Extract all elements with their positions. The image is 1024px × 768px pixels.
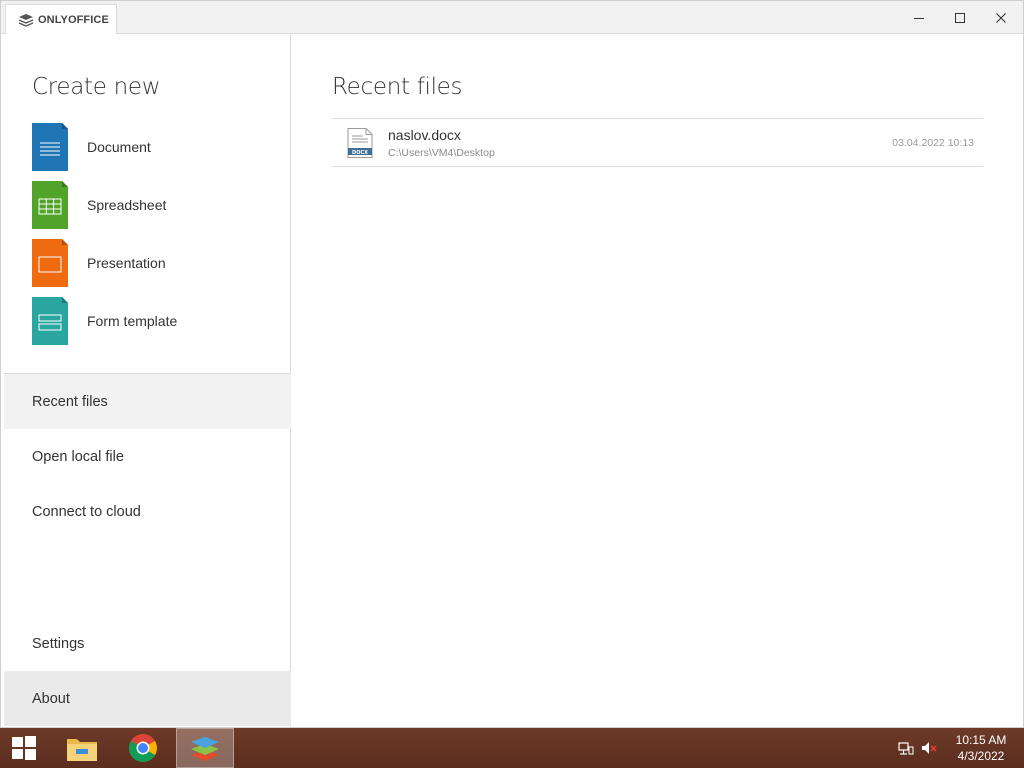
minimize-icon bbox=[914, 17, 924, 19]
file-explorer-button[interactable] bbox=[54, 728, 110, 768]
system-clock[interactable]: 10:15 AM 4/3/2022 bbox=[948, 732, 1014, 764]
network-icon[interactable] bbox=[898, 740, 914, 756]
main-panel: Recent files DOCX naslov.docx C:\Users\V… bbox=[292, 34, 1023, 727]
windows-logo-icon bbox=[12, 736, 36, 760]
clock-date: 4/3/2022 bbox=[957, 749, 1005, 763]
app-window: ONLYOFFICE Create new Document Spreadshe… bbox=[0, 0, 1024, 728]
start-button[interactable] bbox=[0, 728, 48, 768]
docx-file-icon: DOCX bbox=[347, 128, 373, 158]
file-type-badge: DOCX bbox=[352, 150, 368, 156]
recent-files-list: DOCX naslov.docx C:\Users\VM4\Desktop 03… bbox=[332, 118, 983, 167]
close-icon bbox=[996, 12, 1006, 23]
app-tab-title: ONLYOFFICE bbox=[38, 13, 109, 26]
create-form-template-label: Form template bbox=[87, 313, 178, 329]
onlyoffice-taskbar-button[interactable] bbox=[176, 728, 234, 768]
app-tab[interactable]: ONLYOFFICE bbox=[5, 4, 117, 34]
nav-connect-to-cloud[interactable]: Connect to cloud bbox=[4, 484, 291, 539]
title-bar: ONLYOFFICE bbox=[1, 1, 1023, 34]
create-presentation-button[interactable]: Presentation bbox=[32, 239, 272, 287]
file-date: 03.04.2022 10:13 bbox=[892, 137, 974, 149]
create-presentation-label: Presentation bbox=[87, 255, 166, 271]
close-button[interactable] bbox=[981, 1, 1021, 34]
create-document-label: Document bbox=[87, 139, 151, 155]
minimize-button[interactable] bbox=[899, 1, 939, 34]
nav-open-local-file[interactable]: Open local file bbox=[4, 429, 291, 484]
nav-about[interactable]: About bbox=[4, 671, 291, 726]
maximize-icon bbox=[955, 12, 965, 23]
create-new-title: Create new bbox=[32, 74, 161, 100]
volume-muted-icon[interactable] bbox=[921, 740, 937, 756]
recent-files-title: Recent files bbox=[332, 74, 463, 100]
spreadsheet-icon bbox=[32, 181, 68, 229]
list-item[interactable]: DOCX naslov.docx C:\Users\VM4\Desktop 03… bbox=[332, 119, 983, 167]
file-path: C:\Users\VM4\Desktop bbox=[388, 147, 495, 159]
form-template-icon bbox=[32, 297, 68, 345]
create-spreadsheet-label: Spreadsheet bbox=[87, 197, 167, 213]
chrome-button[interactable] bbox=[115, 728, 171, 768]
onlyoffice-icon bbox=[191, 737, 219, 761]
document-icon bbox=[32, 123, 68, 171]
nav-recent-files[interactable]: Recent files bbox=[4, 374, 291, 429]
file-name: naslov.docx bbox=[388, 127, 461, 143]
nav-settings[interactable]: Settings bbox=[4, 616, 291, 671]
onlyoffice-logo-icon bbox=[18, 13, 34, 27]
create-form-template-button[interactable]: Form template bbox=[32, 297, 272, 345]
folder-icon bbox=[67, 739, 97, 761]
chrome-icon bbox=[129, 734, 157, 762]
taskbar: 10:15 AM 4/3/2022 bbox=[0, 728, 1024, 768]
sidebar: Create new Document Spreadsheet Presenta… bbox=[4, 34, 291, 727]
create-document-button[interactable]: Document bbox=[32, 123, 272, 171]
clock-time: 10:15 AM bbox=[955, 733, 1007, 747]
maximize-button[interactable] bbox=[940, 1, 980, 34]
presentation-icon bbox=[32, 239, 68, 287]
create-spreadsheet-button[interactable]: Spreadsheet bbox=[32, 181, 272, 229]
